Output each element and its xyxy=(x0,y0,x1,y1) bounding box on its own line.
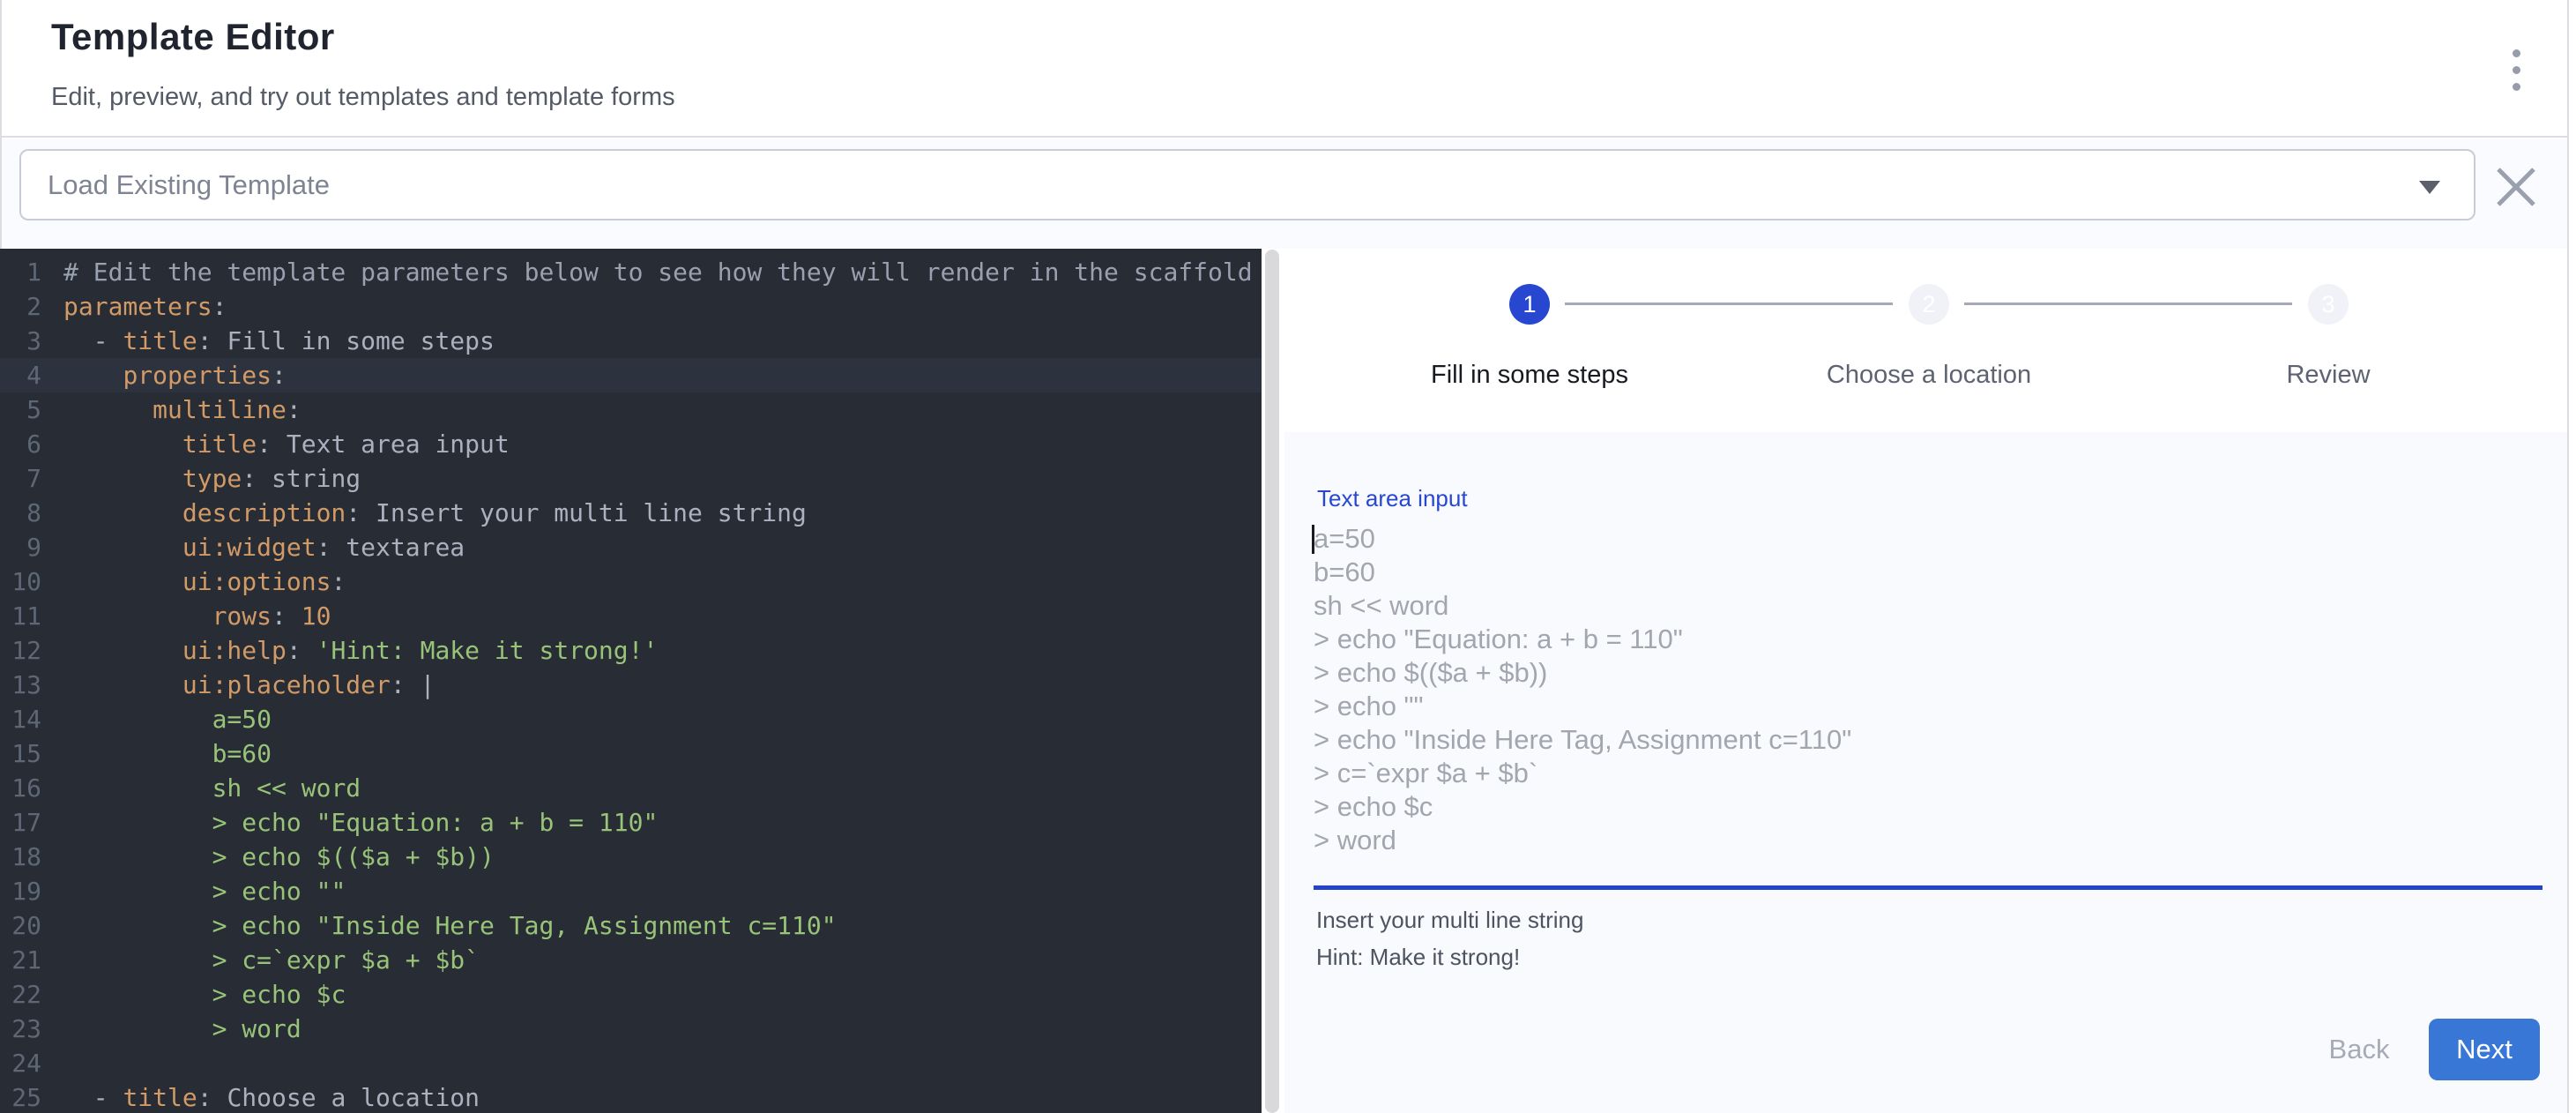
textarea-placeholder-line: > echo $(($a + $b)) xyxy=(1314,656,2542,690)
textarea-placeholder-line: > echo $c xyxy=(1314,790,2542,824)
textarea-placeholder-line: > c=`expr $a + $b` xyxy=(1314,757,2542,790)
load-existing-template-select[interactable]: Load Existing Template xyxy=(19,149,2475,220)
line-number: 20 xyxy=(0,908,41,943)
back-button[interactable]: Back xyxy=(2297,1019,2421,1080)
multiline-textarea[interactable]: a=50b=60sh << word> echo "Equation: a + … xyxy=(1314,522,2542,875)
code-line: 9 ui:widget: textarea xyxy=(0,530,1262,564)
line-number: 5 xyxy=(0,392,41,427)
step-connector xyxy=(1964,303,2292,305)
textarea-placeholder-line: > word xyxy=(1314,824,2542,857)
field-focus-underline xyxy=(1314,885,2542,890)
textarea-placeholder-line: > echo "" xyxy=(1314,690,2542,723)
code-line: 23 > word xyxy=(0,1012,1262,1046)
code-line: 18 > echo $(($a + $b)) xyxy=(0,840,1262,874)
line-number: 18 xyxy=(0,840,41,874)
step-label-3: Review xyxy=(2170,361,2487,390)
code-line: 10 ui:options: xyxy=(0,564,1262,599)
code-line: 1# Edit the template parameters below to… xyxy=(0,255,1262,289)
code-line: 11 rows: 10 xyxy=(0,599,1262,633)
line-number: 10 xyxy=(0,564,41,599)
page-title: Template Editor xyxy=(51,16,335,58)
more-options-button[interactable] xyxy=(2491,39,2541,101)
step-connector xyxy=(1565,303,1893,305)
clear-selection-button[interactable] xyxy=(2491,162,2541,212)
line-number: 21 xyxy=(0,943,41,977)
yaml-code-editor[interactable]: 1# Edit the template parameters below to… xyxy=(0,249,1262,1113)
preview-pane: 1 Fill in some steps 2 Choose a location 3 Re… xyxy=(1280,249,2569,1113)
step-circle-1: 1 xyxy=(1509,284,1550,325)
line-number: 6 xyxy=(0,427,41,461)
code-line: 4 properties: xyxy=(0,358,1262,392)
code-line: 8 description: Insert your multi line st… xyxy=(0,496,1262,530)
right-border xyxy=(2567,0,2569,1113)
code-line: 2parameters: xyxy=(0,289,1262,324)
code-line: 5 multiline: xyxy=(0,392,1262,427)
next-button[interactable]: Next xyxy=(2429,1019,2540,1080)
line-number: 4 xyxy=(0,358,41,392)
select-placeholder: Load Existing Template xyxy=(48,169,330,201)
textarea-placeholder-line: sh << word xyxy=(1314,589,2542,623)
line-number: 14 xyxy=(0,702,41,736)
line-number: 9 xyxy=(0,530,41,564)
textarea-placeholder-line: > echo "Equation: a + b = 110" xyxy=(1314,623,2542,656)
code-line: 6 title: Text area input xyxy=(0,427,1262,461)
page-header: Template Editor Edit, preview, and try o… xyxy=(2,0,2567,138)
line-number: 16 xyxy=(0,771,41,805)
kebab-vertical-icon xyxy=(2513,49,2520,57)
text-cursor xyxy=(1312,525,1314,554)
load-template-toolbar: Load Existing Template xyxy=(2,139,2567,249)
code-line: 3 - title: Fill in some steps xyxy=(0,324,1262,358)
code-line: 17 > echo "Equation: a + b = 110" xyxy=(0,805,1262,840)
code-line: 7 type: string xyxy=(0,461,1262,496)
close-icon xyxy=(2491,162,2541,212)
line-number: 24 xyxy=(0,1046,41,1080)
code-line: 15 b=60 xyxy=(0,736,1262,771)
code-line: 16 sh << word xyxy=(0,771,1262,805)
line-number: 2 xyxy=(0,289,41,324)
editor-scrollbar[interactable] xyxy=(1265,250,1279,1113)
field-hint: Hint: Make it strong! xyxy=(1316,944,1520,971)
code-line: 22 > echo $c xyxy=(0,977,1262,1012)
line-number: 3 xyxy=(0,324,41,358)
code-line: 19 > echo "" xyxy=(0,874,1262,908)
field-label: Text area input xyxy=(1317,485,1468,512)
line-number: 17 xyxy=(0,805,41,840)
line-number: 23 xyxy=(0,1012,41,1046)
page-subtitle: Edit, preview, and try out templates and… xyxy=(51,83,675,112)
line-number: 13 xyxy=(0,668,41,702)
chevron-down-icon xyxy=(2419,181,2440,194)
line-number: 7 xyxy=(0,461,41,496)
step-label-2: Choose a location xyxy=(1770,361,2088,390)
step-label-1: Fill in some steps xyxy=(1371,361,1688,390)
code-line: 20 > echo "Inside Here Tag, Assignment c… xyxy=(0,908,1262,943)
step-circle-2: 2 xyxy=(1909,284,1949,325)
line-number: 22 xyxy=(0,977,41,1012)
line-number: 8 xyxy=(0,496,41,530)
form-panel: Text area input a=50b=60sh << word> echo… xyxy=(1284,432,2569,1113)
line-number: 1 xyxy=(0,255,41,289)
textarea-placeholder-line: > echo "Inside Here Tag, Assignment c=11… xyxy=(1314,723,2542,757)
step-circle-3: 3 xyxy=(2308,284,2349,325)
code-line: 12 ui:help: 'Hint: Make it strong!' xyxy=(0,633,1262,668)
code-line: 25 - title: Choose a location xyxy=(0,1080,1262,1113)
textarea-placeholder-line: a=50 xyxy=(1314,522,2542,556)
field-description: Insert your multi line string xyxy=(1316,907,1583,934)
code-line: 24 xyxy=(0,1046,1262,1080)
line-number: 25 xyxy=(0,1080,41,1113)
code-line: 21 > c=`expr $a + $b` xyxy=(0,943,1262,977)
code-line: 14 a=50 xyxy=(0,702,1262,736)
line-number: 19 xyxy=(0,874,41,908)
line-number: 15 xyxy=(0,736,41,771)
textarea-placeholder-line: b=60 xyxy=(1314,556,2542,589)
line-number: 12 xyxy=(0,633,41,668)
line-number: 11 xyxy=(0,599,41,633)
code-line: 13 ui:placeholder: | xyxy=(0,668,1262,702)
template-editor-app: Template Editor Edit, preview, and try o… xyxy=(0,0,2576,1113)
